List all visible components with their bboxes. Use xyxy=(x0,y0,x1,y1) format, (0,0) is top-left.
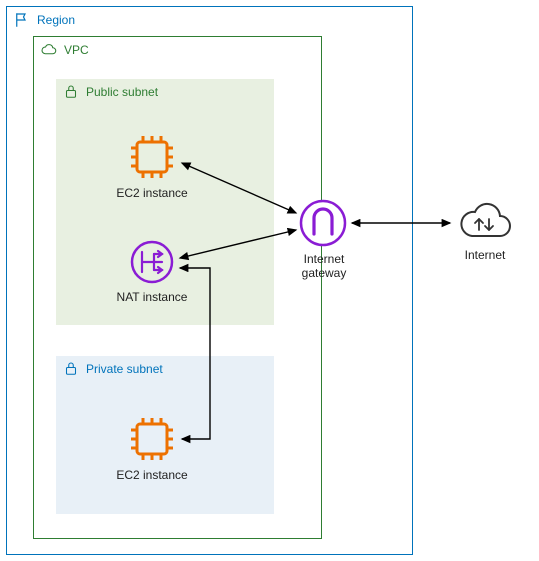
lock-icon xyxy=(62,83,80,101)
ec2-public-icon xyxy=(127,132,177,182)
vpc-label: VPC xyxy=(64,43,89,57)
ec2-public-label: EC2 instance xyxy=(110,186,194,200)
internet-gateway-icon xyxy=(298,198,348,248)
ec2-private-icon xyxy=(127,414,177,464)
diagram-canvas: Region VPC Public subnet Private subnet xyxy=(0,0,539,561)
lock-icon xyxy=(62,360,80,378)
private-subnet-label: Private subnet xyxy=(86,362,163,376)
public-subnet-header: Public subnet xyxy=(56,79,274,105)
nat-instance-icon xyxy=(128,238,176,286)
cloud-icon xyxy=(40,41,58,59)
region-label: Region xyxy=(37,13,75,27)
public-subnet-label: Public subnet xyxy=(86,85,158,99)
internet-label: Internet xyxy=(458,248,512,262)
vpc-header: VPC xyxy=(34,37,321,63)
region-header: Region xyxy=(7,7,412,33)
nat-instance-label: NAT instance xyxy=(110,290,194,304)
public-subnet-box: Public subnet xyxy=(56,79,274,325)
flag-icon xyxy=(13,11,31,29)
private-subnet-header: Private subnet xyxy=(56,356,274,382)
internet-gateway-label-2: gateway xyxy=(296,266,352,280)
internet-gateway-label-1: Internet xyxy=(296,252,352,266)
ec2-private-label: EC2 instance xyxy=(110,468,194,482)
internet-icon xyxy=(452,192,516,246)
